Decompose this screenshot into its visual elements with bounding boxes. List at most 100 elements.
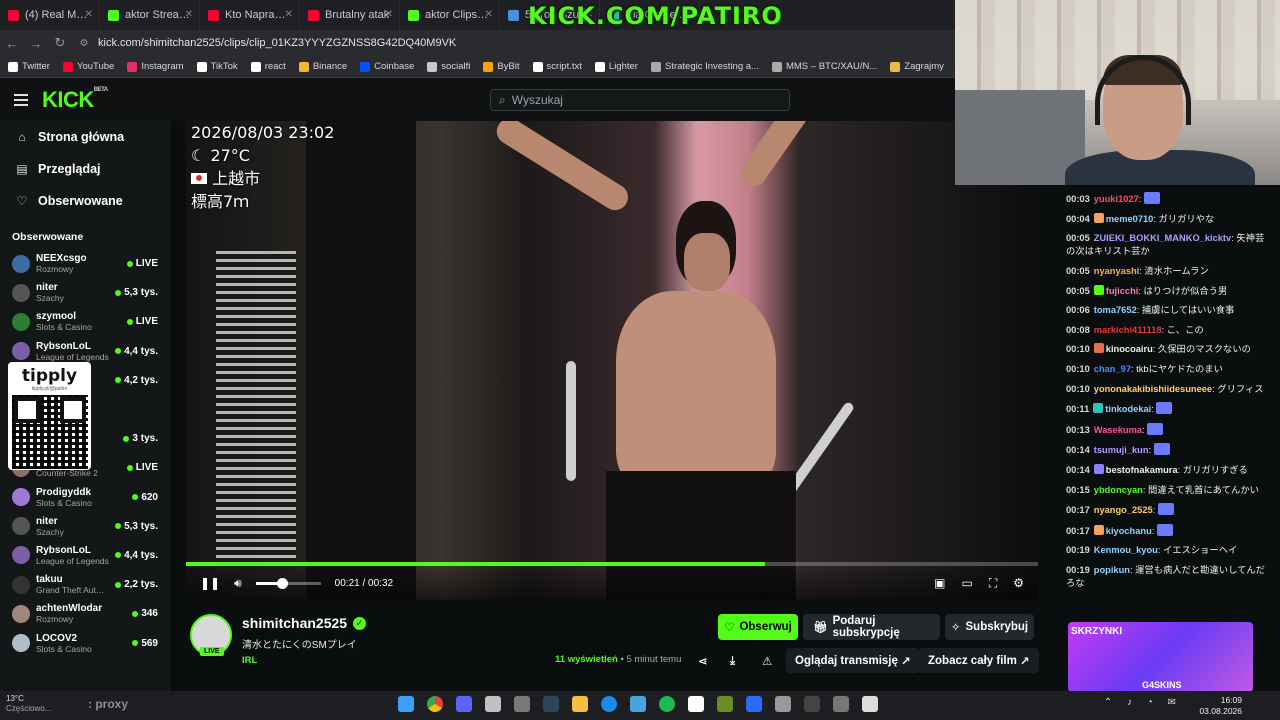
subscribe-button[interactable]: ✧ Subskrybuj (945, 614, 1034, 640)
bookmark-item[interactable]: Lighter (594, 61, 638, 72)
volume-knob[interactable] (276, 577, 288, 589)
close-icon[interactable]: ✕ (285, 9, 293, 20)
chat-username[interactable]: yononakakibishiidesuneee (1094, 384, 1212, 394)
app-icon[interactable] (630, 696, 646, 712)
app-icon[interactable] (746, 696, 762, 712)
steam-icon[interactable] (543, 696, 559, 712)
bookmark-item[interactable]: Twitter (8, 61, 50, 72)
theater-icon[interactable]: ▭ (961, 576, 972, 591)
gift-sub-button[interactable]: 🎁︎ Podaruj subskrypcję (803, 614, 940, 640)
followed-channel[interactable]: niter Szachy 5,3 tys. (0, 512, 170, 541)
sidebar-nav-item[interactable]: ▤ Przeglądaj (0, 153, 170, 185)
volume-slider[interactable] (255, 577, 321, 589)
app-icon[interactable] (485, 696, 501, 712)
browser-tab[interactable]: aktor Stream - ✕ (100, 0, 200, 30)
followed-channel[interactable]: Prodigyddk Slots & Casino 620 (0, 483, 170, 512)
volume-icon[interactable]: 🔊︎ (234, 576, 242, 591)
search-input[interactable]: ⌕ Wyszukaj (490, 89, 790, 111)
chat-username[interactable]: Wasekuma (1094, 425, 1142, 435)
app-icon[interactable] (862, 696, 878, 712)
chat-username[interactable]: bestofnakamura (1106, 465, 1178, 475)
discord-icon[interactable] (456, 696, 472, 712)
app-icon[interactable] (717, 696, 733, 712)
menu-icon[interactable] (14, 94, 28, 106)
bookmark-item[interactable]: MMS – BTC/XAU/N... (771, 61, 877, 72)
bookmark-item[interactable]: socialfi (427, 61, 470, 72)
followed-channel[interactable]: szymool Slots & Casino LIVE (0, 307, 170, 336)
followed-channel[interactable]: NEEXcsgo Rozmowy LIVE (0, 249, 170, 278)
pip-icon[interactable]: ▣ (934, 576, 945, 591)
browser-tab[interactable]: Brutalny atak ✕ (300, 0, 400, 30)
followed-channel[interactable]: niter Szachy 5,3 tys. (0, 278, 170, 307)
channel-name[interactable]: shimitchan2525 ✓ (242, 615, 367, 631)
bookmark-item[interactable]: Strategic Investing a... (650, 61, 759, 72)
file-explorer-icon[interactable] (572, 696, 588, 712)
windows-start-icon[interactable] (398, 696, 414, 712)
chat-username[interactable]: nyango_2525 (1094, 505, 1153, 515)
clip-category[interactable]: IRL (242, 655, 257, 666)
browser-tab[interactable]: aktor Clips - W ✕ (400, 0, 500, 30)
bookmark-item[interactable]: react (250, 61, 286, 72)
share-icon[interactable]: ⋖ (698, 649, 708, 673)
bookmark-item[interactable]: Instagram (127, 61, 184, 72)
close-icon[interactable]: ✕ (85, 9, 93, 20)
bookmark-item[interactable]: ByBit (483, 61, 520, 72)
chat-username[interactable]: nyanyashi (1094, 266, 1139, 276)
chat-username[interactable]: kinocoairu (1106, 344, 1153, 354)
chat-username[interactable]: yuuki1027 (1094, 194, 1139, 204)
chrome-icon[interactable] (427, 696, 443, 712)
chat-username[interactable]: meme0710 (1106, 214, 1154, 224)
system-tray[interactable]: ⌃ ♪ ◔ ✉ (1104, 697, 1182, 708)
chat-username[interactable]: ybdoncyan (1094, 485, 1143, 495)
clock[interactable]: 16:09 03.08.2026 (1199, 695, 1242, 717)
chat-username[interactable]: toma7652 (1094, 305, 1137, 315)
fullscreen-icon[interactable]: ⛶ (989, 576, 997, 591)
chat-username[interactable]: fujicchi (1106, 286, 1139, 296)
close-icon[interactable]: ✕ (385, 9, 393, 20)
chat-username[interactable]: popikun (1094, 565, 1130, 575)
followed-channel[interactable]: achtenWlodar Rozmowy 346 (0, 599, 170, 628)
follow-button[interactable]: ♡ Obserwuj (718, 614, 798, 640)
followed-channel[interactable]: LOCOV2 Slots & Casino 569 (0, 628, 170, 657)
settings-icon[interactable]: ⚙ (1013, 576, 1024, 591)
forward-icon[interactable]: → (24, 36, 48, 51)
video-player[interactable]: 2026/08/03 23:02 ☾ 27°C 上越市 標高7ｍ ❚❚ 🔊︎ 0… (186, 121, 1038, 600)
browser-tab[interactable]: Kto Naprawdę ✕ (200, 0, 300, 30)
chat-username[interactable]: ZUIEKI_BOKKI_MANKO_kicktv (1094, 233, 1231, 243)
download-icon[interactable]: ⤓ (730, 649, 735, 673)
bookmark-item[interactable]: Binance (298, 61, 347, 72)
chat-username[interactable]: Kenmou_kyou (1094, 545, 1158, 555)
app-icon[interactable] (514, 696, 530, 712)
sidebar-nav-item[interactable]: ♡ Obserwowane (0, 185, 170, 217)
followed-channel[interactable]: RybsonLoL League of Legends 4,4 tys. (0, 541, 170, 570)
reload-icon[interactable]: ↻ (48, 35, 72, 51)
taskbar-search[interactable]: : proxy (88, 697, 128, 711)
bookmark-item[interactable]: TikTok (196, 61, 238, 72)
site-info-icon[interactable]: ⚙ (72, 38, 96, 49)
chat-username[interactable]: chan_97 (1094, 364, 1131, 374)
close-icon[interactable]: ✕ (485, 9, 493, 20)
edge-icon[interactable] (601, 696, 617, 712)
close-icon[interactable]: ✕ (185, 9, 193, 20)
back-icon[interactable]: ← (0, 36, 24, 51)
app-icon[interactable] (775, 696, 791, 712)
report-icon[interactable]: ⚠ (762, 649, 772, 673)
chat-username[interactable]: tinkodekai (1105, 404, 1151, 414)
followed-channel[interactable]: takuu Grand Theft Auto ... 2,2 tys. (0, 570, 170, 599)
bookmark-item[interactable]: Coinbase (360, 61, 414, 72)
url-field[interactable]: kick.com/shimitchan2525/clips/clip_01KZ3… (98, 37, 456, 49)
chat-username[interactable]: kiyochanu (1106, 526, 1152, 536)
app-icon[interactable] (804, 696, 820, 712)
weather-widget[interactable]: 13°C Częściowo... (6, 694, 51, 714)
sidebar-nav-item[interactable]: ⌂ Strona główna (0, 121, 170, 153)
app-icon[interactable] (833, 696, 849, 712)
browser-tab[interactable]: (4) Real McCoy✕ (0, 0, 100, 30)
spotify-icon[interactable] (659, 696, 675, 712)
app-icon[interactable] (688, 696, 704, 712)
full-movie-button[interactable]: Zobacz cały film ↗ (919, 648, 1039, 673)
bookmark-item[interactable]: script.txt (532, 61, 582, 72)
bookmark-item[interactable]: YouTube (62, 61, 114, 72)
watch-stream-button[interactable]: Oglądaj transmisję ↗ (786, 648, 920, 673)
chat-username[interactable]: tsumuji_kun (1094, 445, 1149, 455)
chat-username[interactable]: markichi411118 (1094, 325, 1162, 335)
